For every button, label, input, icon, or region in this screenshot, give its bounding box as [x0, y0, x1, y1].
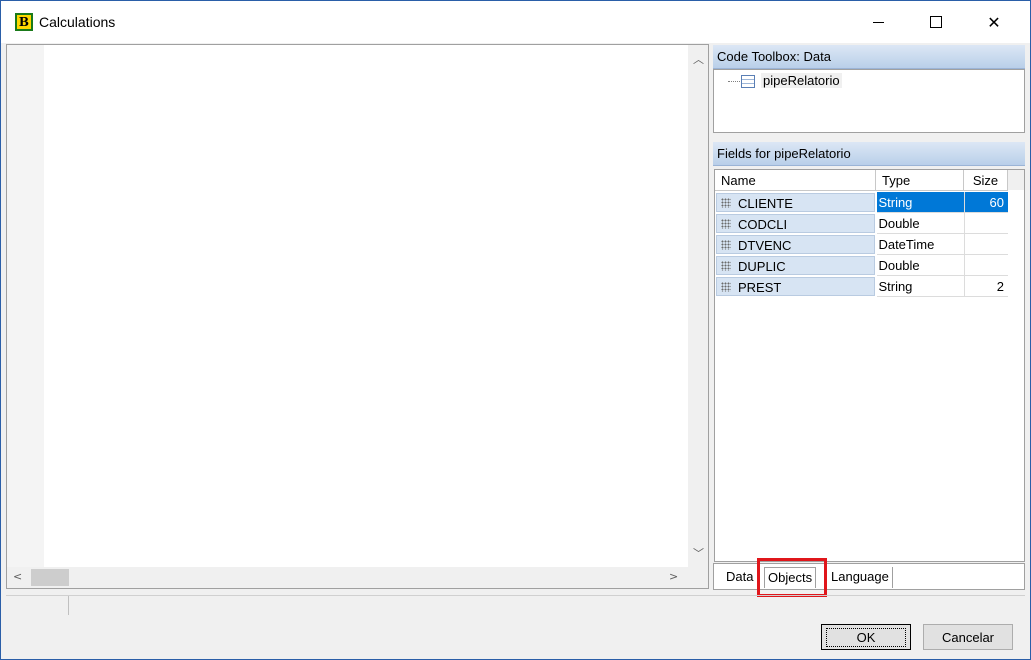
close-icon: ✕ — [987, 12, 1001, 32]
tab-data[interactable]: Data — [723, 567, 756, 588]
vertical-scrollbar[interactable]: ︿ ﹀ — [688, 45, 708, 567]
field-row[interactable]: PREST String 2 — [715, 276, 1008, 297]
field-name: CLIENTE — [738, 195, 793, 211]
field-row[interactable]: CODCLI Double — [715, 213, 1008, 234]
field-row[interactable]: CLIENTE String 60 — [715, 192, 1008, 213]
drag-grip-icon[interactable] — [721, 219, 731, 229]
field-name-cell[interactable]: CODCLI — [716, 214, 876, 233]
code-toolbox-header: Code Toolbox: Data — [713, 45, 1025, 69]
field-type: String — [877, 192, 966, 213]
calculations-window: B Calculations ✕ ︿ ﹀ < > Code Toolbox: D… — [0, 0, 1031, 660]
cancel-button[interactable]: Cancelar — [923, 624, 1013, 650]
minimize-button[interactable] — [849, 1, 907, 43]
fields-grid[interactable]: Name Type Size CLIENTE String 60 CODCLI … — [714, 169, 1025, 562]
field-name-cell[interactable]: CLIENTE — [716, 193, 876, 212]
field-name: DTVENC — [738, 237, 792, 253]
line-number-gutter — [7, 45, 44, 567]
field-name: CODCLI — [738, 216, 788, 232]
field-name: PREST — [738, 279, 782, 295]
scroll-up-icon[interactable]: ︿ — [693, 51, 704, 67]
scrollbar-corner — [688, 567, 708, 588]
field-name-cell[interactable]: DTVENC — [716, 235, 876, 254]
horizontal-scrollbar[interactable]: < > — [7, 567, 688, 588]
tab-language[interactable]: Language — [828, 567, 893, 588]
field-type: DateTime — [877, 234, 966, 255]
scroll-left-icon[interactable]: < — [13, 570, 22, 583]
minimize-icon — [872, 21, 884, 23]
column-type[interactable]: Type — [876, 170, 964, 190]
title-bar: B Calculations ✕ — [1, 1, 1030, 43]
status-bar — [6, 595, 1025, 616]
tree-connector — [728, 81, 740, 82]
scroll-down-icon[interactable]: ﹀ — [693, 545, 704, 561]
grid-scrollbar[interactable] — [1008, 170, 1024, 190]
ok-button[interactable]: OK — [821, 624, 911, 650]
field-size — [965, 255, 1008, 276]
code-editor[interactable]: ︿ ﹀ < > — [6, 44, 709, 589]
table-icon — [741, 75, 755, 88]
data-tree[interactable]: pipeRelatorio — [713, 69, 1025, 133]
tree-item-pipe[interactable]: pipeRelatorio — [761, 73, 842, 88]
field-name-cell[interactable]: PREST — [716, 277, 876, 296]
maximize-icon — [930, 16, 942, 28]
grid-header: Name Type Size — [715, 170, 1008, 191]
field-type: Double — [877, 255, 966, 276]
app-logo-icon: B — [15, 13, 33, 31]
field-size — [965, 234, 1008, 255]
app-logo-letter: B — [17, 15, 31, 29]
maximize-button[interactable] — [907, 1, 965, 43]
field-size: 2 — [965, 276, 1008, 297]
fields-header: Fields for pipeRelatorio — [713, 142, 1025, 166]
column-name[interactable]: Name — [715, 170, 876, 190]
window-title: Calculations — [39, 14, 116, 30]
field-row[interactable]: DTVENC DateTime — [715, 234, 1008, 255]
field-row[interactable]: DUPLIC Double — [715, 255, 1008, 276]
horizontal-scroll-thumb[interactable] — [31, 569, 69, 586]
drag-grip-icon[interactable] — [721, 240, 731, 250]
drag-grip-icon[interactable] — [721, 282, 731, 292]
annotation-highlight-box — [757, 558, 827, 597]
field-type: String — [877, 276, 966, 297]
drag-grip-icon[interactable] — [721, 261, 731, 271]
close-button[interactable]: ✕ — [965, 1, 1023, 43]
field-name: DUPLIC — [738, 258, 786, 274]
drag-grip-icon[interactable] — [721, 198, 731, 208]
field-size: 60 — [965, 192, 1008, 213]
field-name-cell[interactable]: DUPLIC — [716, 256, 876, 275]
field-type: Double — [877, 213, 966, 234]
ok-label: OK — [825, 627, 907, 647]
scroll-right-icon[interactable]: > — [669, 570, 678, 583]
status-pane — [6, 596, 69, 615]
field-size — [965, 213, 1008, 234]
column-size[interactable]: Size — [964, 170, 1008, 190]
